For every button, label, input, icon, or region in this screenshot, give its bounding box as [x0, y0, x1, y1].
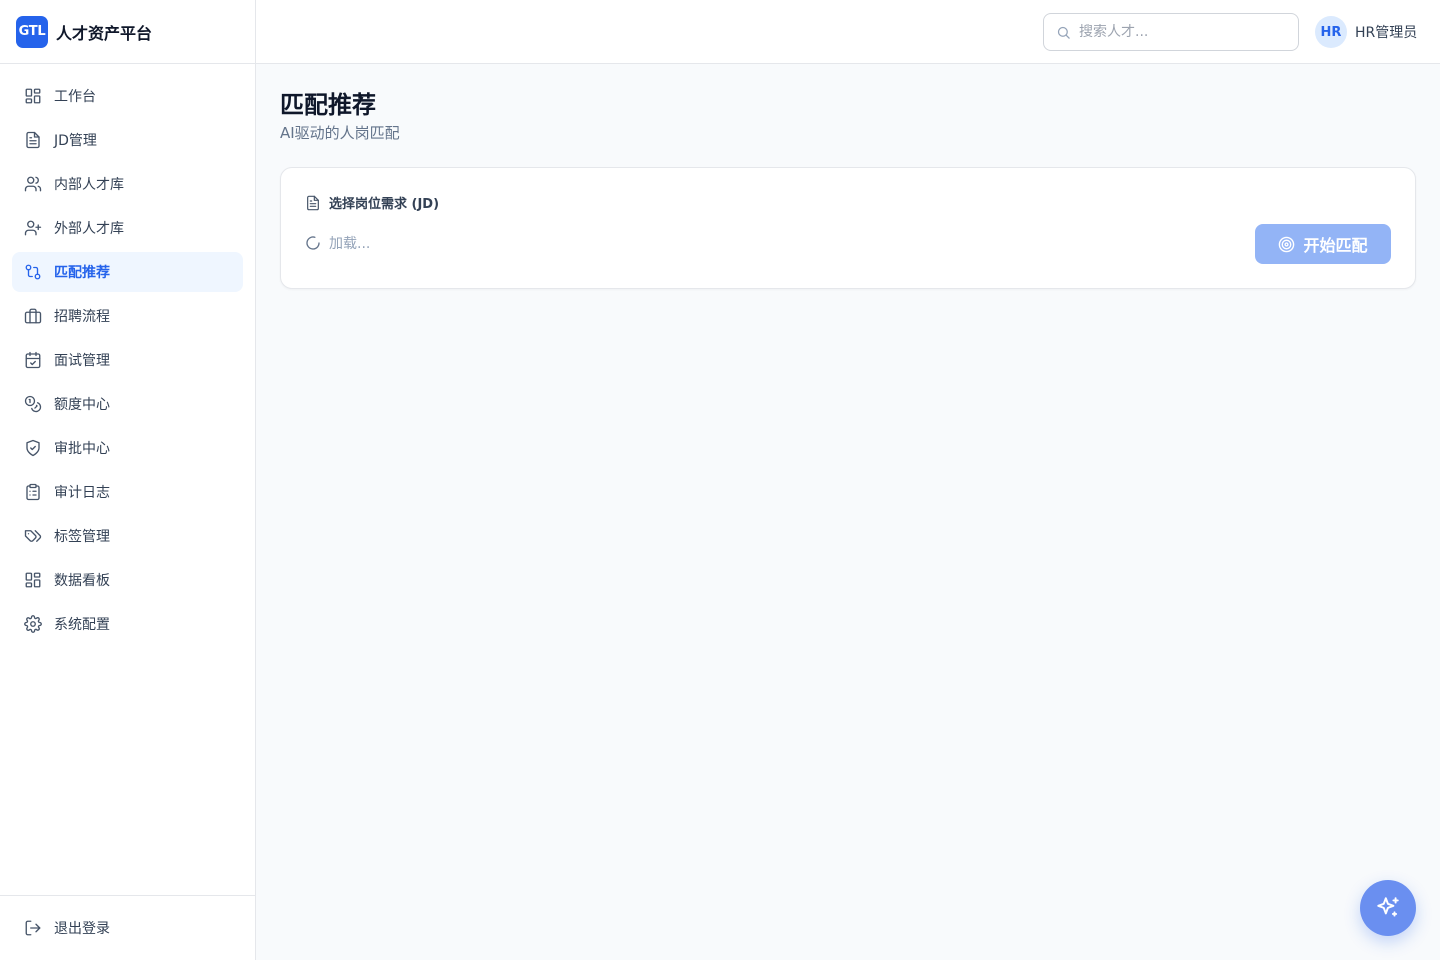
page-subtitle: AI驱动的人岗匹配	[280, 124, 400, 142]
topbar: HR HR管理员	[256, 0, 1440, 64]
sidebar-item-workbench[interactable]: 工作台	[12, 76, 243, 116]
sidebar-item-label: 数据看板	[54, 573, 110, 589]
sparkles-icon	[1377, 897, 1399, 917]
avatar[interactable]: HR	[1315, 16, 1347, 48]
user-plus-icon	[24, 219, 42, 237]
sidebar-item-label: 工作台	[54, 89, 96, 105]
sidebar-item-label: 系统配置	[54, 617, 110, 633]
search-icon	[1057, 26, 1070, 39]
loading-indicator: 加载...	[305, 233, 370, 253]
sidebar-footer: 退出登录	[0, 895, 255, 960]
ai-assistant-button[interactable]	[1360, 880, 1416, 936]
sidebar-nav: 工作台 JD管理 内部人才库 外部人才库 匹配推荐 招聘流程 面试管理 额度中心…	[0, 64, 255, 644]
brand-logo[interactable]: GTL	[16, 15, 48, 48]
sidebar-item-label: 内部人才库	[54, 177, 124, 193]
start-match-button[interactable]: 开始匹配	[1255, 224, 1391, 264]
sidebar-item-label: 面试管理	[54, 353, 110, 369]
jd-select-card: 选择岗位需求 (JD) 加载... 开始匹配	[280, 167, 1416, 289]
sidebar-item-system-config[interactable]: 系统配置	[12, 604, 243, 644]
brand: GTL 人才资产平台	[0, 0, 255, 64]
gear-icon	[24, 615, 42, 633]
grid-icon	[24, 87, 42, 105]
sidebar-item-data-dashboard[interactable]: 数据看板	[12, 560, 243, 600]
search-input[interactable]	[1079, 24, 1279, 40]
calendar-check-icon	[24, 351, 42, 369]
sidebar-item-match-recommend[interactable]: 匹配推荐	[12, 252, 243, 292]
start-match-label: 开始匹配	[1303, 238, 1368, 255]
sidebar-item-recruiting-flow[interactable]: 招聘流程	[12, 296, 243, 336]
user-menu[interactable]: HR HR管理员	[1315, 16, 1417, 48]
briefcase-icon	[24, 307, 42, 325]
sidebar-item-label: 审批中心	[54, 441, 110, 457]
sidebar-item-interview-management[interactable]: 面试管理	[12, 340, 243, 380]
document-icon	[307, 195, 319, 210]
card-heading: 选择岗位需求 (JD)	[305, 193, 439, 212]
spinner-icon	[306, 236, 320, 250]
sidebar-item-label: 外部人才库	[54, 221, 124, 237]
sidebar-item-label: 额度中心	[54, 397, 110, 413]
search-box[interactable]	[1043, 13, 1299, 51]
card-heading-label: 选择岗位需求 (JD)	[329, 197, 440, 212]
loading-text: 加载...	[329, 236, 371, 252]
logout-button[interactable]: 退出登录	[12, 908, 243, 948]
main-content: 匹配推荐 AI驱动的人岗匹配 选择岗位需求 (JD) 加载... 开始匹配	[256, 64, 1440, 960]
sidebar-item-label: 标签管理	[54, 529, 110, 545]
logout-label: 退出登录	[54, 921, 110, 937]
dashboard-icon	[24, 571, 42, 589]
sidebar-item-label: 审计日志	[54, 485, 110, 501]
sidebar-item-external-talent[interactable]: 外部人才库	[12, 208, 243, 248]
sidebar-item-tag-management[interactable]: 标签管理	[12, 516, 243, 556]
brand-name: 人才资产平台	[56, 23, 153, 43]
git-compare-icon	[24, 263, 42, 281]
clipboard-list-icon	[24, 483, 42, 501]
target-icon	[1279, 236, 1295, 252]
sidebar-item-jd-management[interactable]: JD管理	[12, 120, 243, 160]
document-icon	[24, 131, 42, 149]
sidebar-item-label: 匹配推荐	[54, 265, 110, 281]
sidebar-item-label: JD管理	[54, 133, 97, 149]
page-title: 匹配推荐	[280, 91, 376, 119]
sidebar-item-approval-center[interactable]: 审批中心	[12, 428, 243, 468]
users-icon	[24, 175, 42, 193]
sidebar: GTL 人才资产平台 工作台 JD管理 内部人才库 外部人才库 匹配推荐 招聘流…	[0, 0, 256, 960]
sidebar-item-label: 招聘流程	[54, 309, 110, 325]
user-name: HR管理员	[1355, 25, 1418, 41]
sidebar-item-quota-center[interactable]: 额度中心	[12, 384, 243, 424]
sidebar-item-audit-log[interactable]: 审计日志	[12, 472, 243, 512]
coins-icon	[24, 395, 42, 413]
sidebar-item-internal-talent[interactable]: 内部人才库	[12, 164, 243, 204]
tags-icon	[24, 527, 42, 545]
shield-check-icon	[24, 439, 42, 457]
logout-icon	[24, 919, 42, 937]
